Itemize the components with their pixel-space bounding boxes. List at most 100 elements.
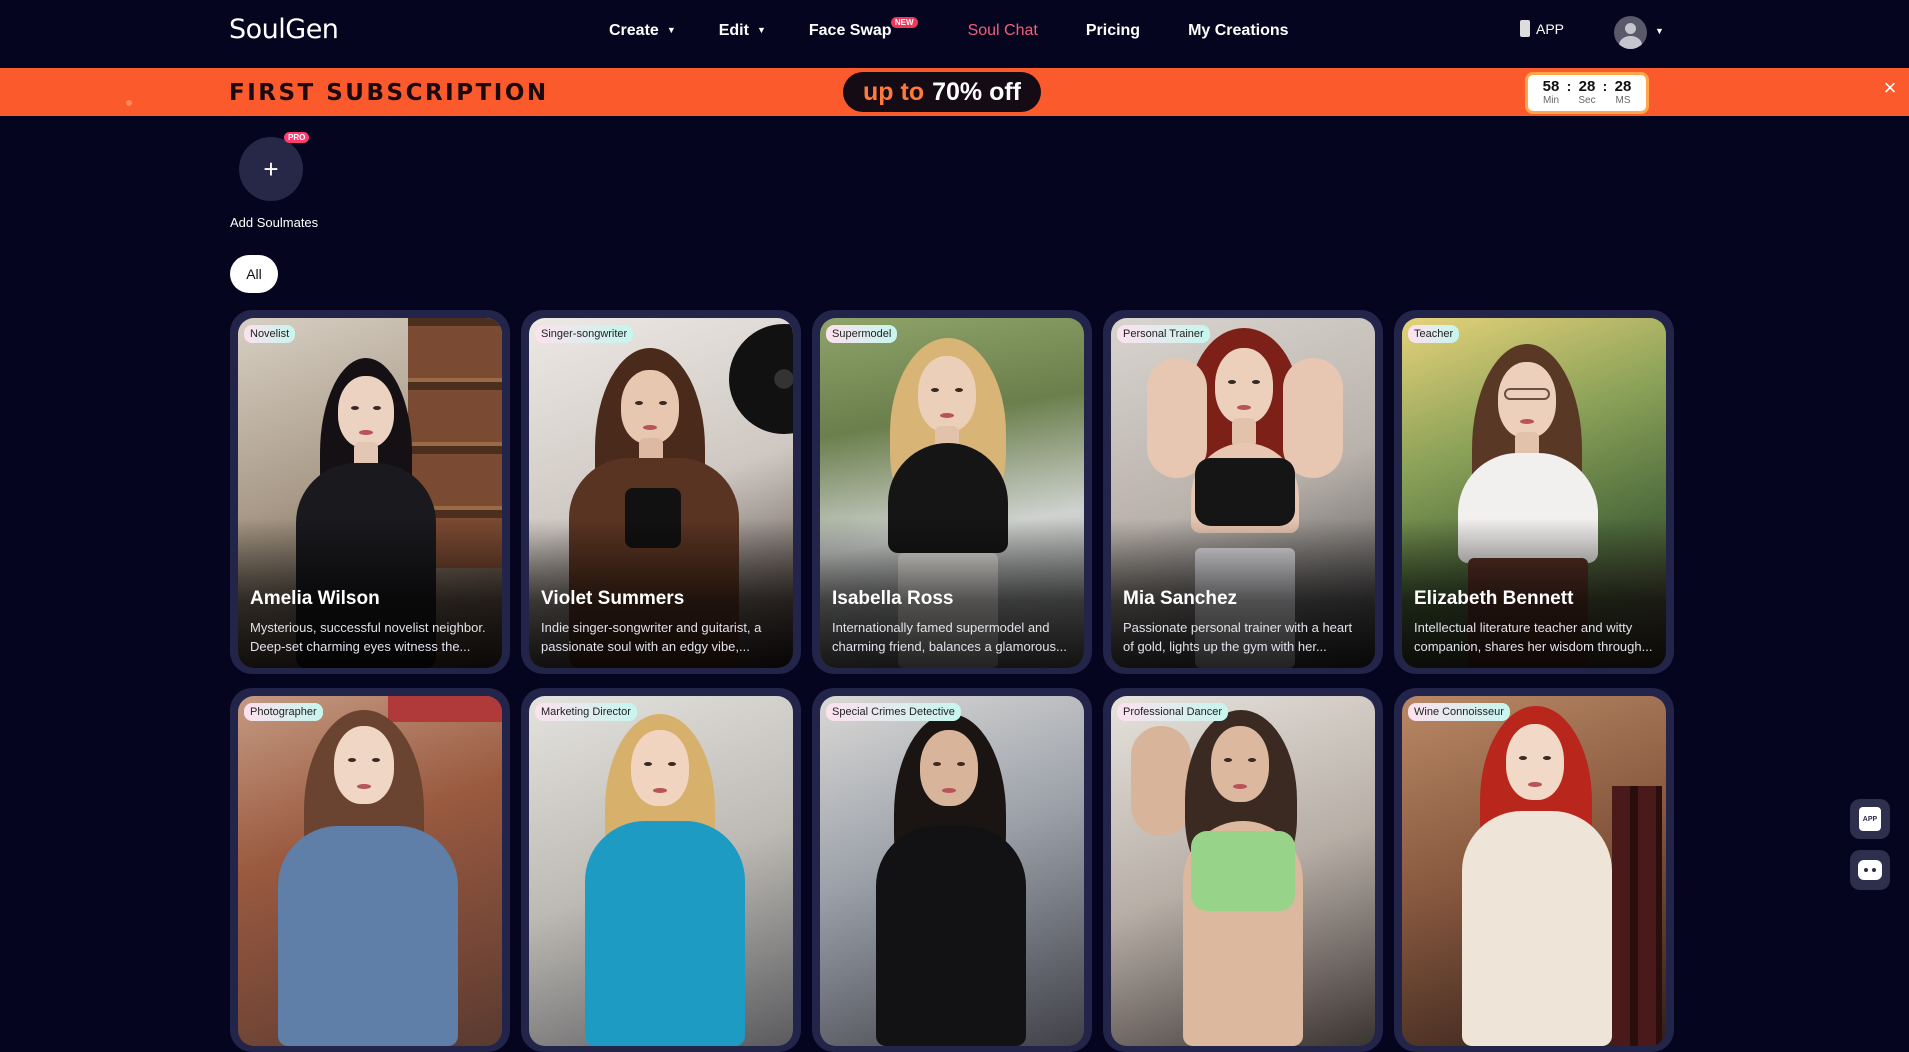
nav-my-creations[interactable]: My Creations	[1188, 22, 1288, 40]
portrait-eye	[373, 406, 381, 410]
portrait-face	[920, 730, 978, 806]
portrait-eye	[1519, 756, 1527, 760]
timer-ms-value: 28	[1614, 78, 1632, 95]
portrait-arm	[1147, 358, 1207, 478]
portrait-lips	[940, 413, 954, 418]
timer-sec-value: 28	[1578, 78, 1596, 95]
portrait-lips	[357, 784, 371, 789]
portrait-eye	[635, 401, 643, 405]
portrait-eye	[348, 758, 356, 762]
card-tag: Novelist	[244, 325, 296, 343]
floating-chat-button[interactable]	[1850, 850, 1890, 890]
timer-ms-label: MS	[1615, 95, 1631, 106]
floating-app-button[interactable]: APP	[1850, 799, 1890, 839]
plus-icon: +	[263, 153, 279, 184]
portrait-eye	[372, 758, 380, 762]
character-card[interactable]: Photographer	[230, 688, 510, 1052]
portrait-sports-bra	[1191, 831, 1295, 911]
character-card[interactable]: Wine Connoisseur	[1394, 688, 1674, 1052]
character-portrait: Singer-songwriter Violet Summers Indie s…	[529, 318, 793, 668]
chevron-down-icon: ▼	[666, 25, 676, 35]
portrait-lips	[653, 788, 667, 793]
character-portrait: Novelist Amelia Wilson Mysterious, succe…	[238, 318, 502, 668]
character-portrait: Teacher Elizabeth Bennett Intellectual l…	[1402, 318, 1666, 668]
portrait-eye	[644, 762, 652, 766]
portrait-eye	[957, 762, 965, 766]
promo-off: 70% off	[932, 77, 1021, 106]
card-tag: Personal Trainer	[1117, 325, 1210, 343]
character-portrait: Professional Dancer	[1111, 696, 1375, 1046]
portrait-face	[338, 376, 394, 448]
card-tag: Wine Connoisseur	[1408, 703, 1510, 721]
card-name: Amelia Wilson	[250, 588, 380, 609]
promo-discount-pill[interactable]: up to 70% off	[843, 72, 1041, 112]
timer-ms: 28 MS	[1610, 78, 1636, 107]
nav-edit[interactable]: Edit ▼	[719, 22, 766, 40]
card-description: Passionate personal trainer with a heart…	[1123, 620, 1353, 654]
nav-edit-label: Edit	[718, 22, 749, 39]
character-card[interactable]: Personal Trainer Mia Sanchez Passionate …	[1103, 310, 1383, 674]
decorative-dot	[126, 100, 132, 106]
character-card[interactable]: Marketing Director	[521, 688, 801, 1052]
portrait-lips	[1528, 782, 1542, 787]
card-tag: Special Crimes Detective	[826, 703, 961, 721]
character-card[interactable]: Teacher Elizabeth Bennett Intellectual l…	[1394, 310, 1674, 674]
card-tag: Supermodel	[826, 325, 898, 343]
chat-bot-icon	[1858, 860, 1882, 880]
portrait-eye	[659, 401, 667, 405]
card-description: Indie singer-songwriter and guitarist, a…	[541, 620, 762, 654]
portrait-lips	[1520, 419, 1534, 424]
filter-all-chip[interactable]: All	[230, 255, 278, 293]
nav-face-swap[interactable]: Face Swap NEW	[809, 17, 918, 40]
promo-upto: up to	[863, 77, 925, 106]
nav-pricing[interactable]: Pricing	[1086, 22, 1140, 40]
portrait-eye	[1224, 758, 1232, 762]
timer-min-value: 58	[1542, 78, 1560, 95]
timer-sec: 28 Sec	[1574, 78, 1600, 107]
character-card[interactable]: Special Crimes Detective	[812, 688, 1092, 1052]
user-avatar[interactable]	[1614, 16, 1647, 49]
app-icon: APP	[1859, 807, 1881, 831]
card-tag: Teacher	[1408, 325, 1460, 343]
close-icon[interactable]: ×	[1878, 76, 1902, 100]
portrait-eye	[931, 388, 939, 392]
character-card[interactable]: Singer-songwriter Violet Summers Indie s…	[521, 310, 801, 674]
portrait-eye	[351, 406, 359, 410]
timer-sec-label: Sec	[1578, 95, 1596, 106]
character-portrait: Personal Trainer Mia Sanchez Passionate …	[1111, 318, 1375, 668]
portrait-eye	[1543, 756, 1551, 760]
portrait-face	[1506, 724, 1564, 800]
vinyl-record	[729, 324, 793, 434]
portrait-lips	[1237, 405, 1251, 410]
portrait-arm	[1283, 358, 1343, 478]
chevron-down-icon[interactable]: ▼	[1655, 26, 1664, 36]
nav-soul-chat-label: Soul Chat	[967, 22, 1038, 39]
character-card[interactable]: Professional Dancer	[1103, 688, 1383, 1052]
nav-my-creations-label: My Creations	[1188, 22, 1289, 39]
storefront-awning	[388, 696, 502, 722]
promo-title: FIRST SUBSCRIPTION	[229, 80, 549, 106]
character-portrait: Photographer	[238, 696, 502, 1046]
chevron-down-icon: ▼	[756, 25, 766, 35]
nav-create[interactable]: Create ▼	[609, 22, 676, 40]
soulgen-logo[interactable]: SoulGen	[229, 14, 339, 45]
nav-soul-chat[interactable]: Soul Chat	[968, 22, 1038, 40]
portrait-eye	[1252, 380, 1260, 384]
portrait-torso	[585, 821, 745, 1046]
card-tag: Professional Dancer	[1117, 703, 1229, 721]
portrait-lips	[1233, 784, 1247, 789]
card-description: Intellectual literature teacher and witt…	[1414, 620, 1653, 654]
character-card[interactable]: Novelist Amelia Wilson Mysterious, succe…	[230, 310, 510, 674]
app-label: APP	[1536, 20, 1565, 37]
add-soulmate-button[interactable]: +	[239, 137, 303, 201]
card-description: Mysterious, successful novelist neighbor…	[250, 620, 486, 654]
card-name: Isabella Ross	[832, 588, 954, 609]
portrait-lips	[643, 425, 657, 430]
app-download-link[interactable]: APP	[1520, 20, 1564, 37]
character-portrait: Special Crimes Detective	[820, 696, 1084, 1046]
character-card[interactable]: Supermodel Isabella Ross Internationally…	[812, 310, 1092, 674]
portrait-eye	[1248, 758, 1256, 762]
pro-badge: PRO	[284, 132, 310, 143]
promo-banner: FIRST SUBSCRIPTION up to 70% off 58 Min …	[0, 68, 1909, 116]
character-portrait: Wine Connoisseur	[1402, 696, 1666, 1046]
